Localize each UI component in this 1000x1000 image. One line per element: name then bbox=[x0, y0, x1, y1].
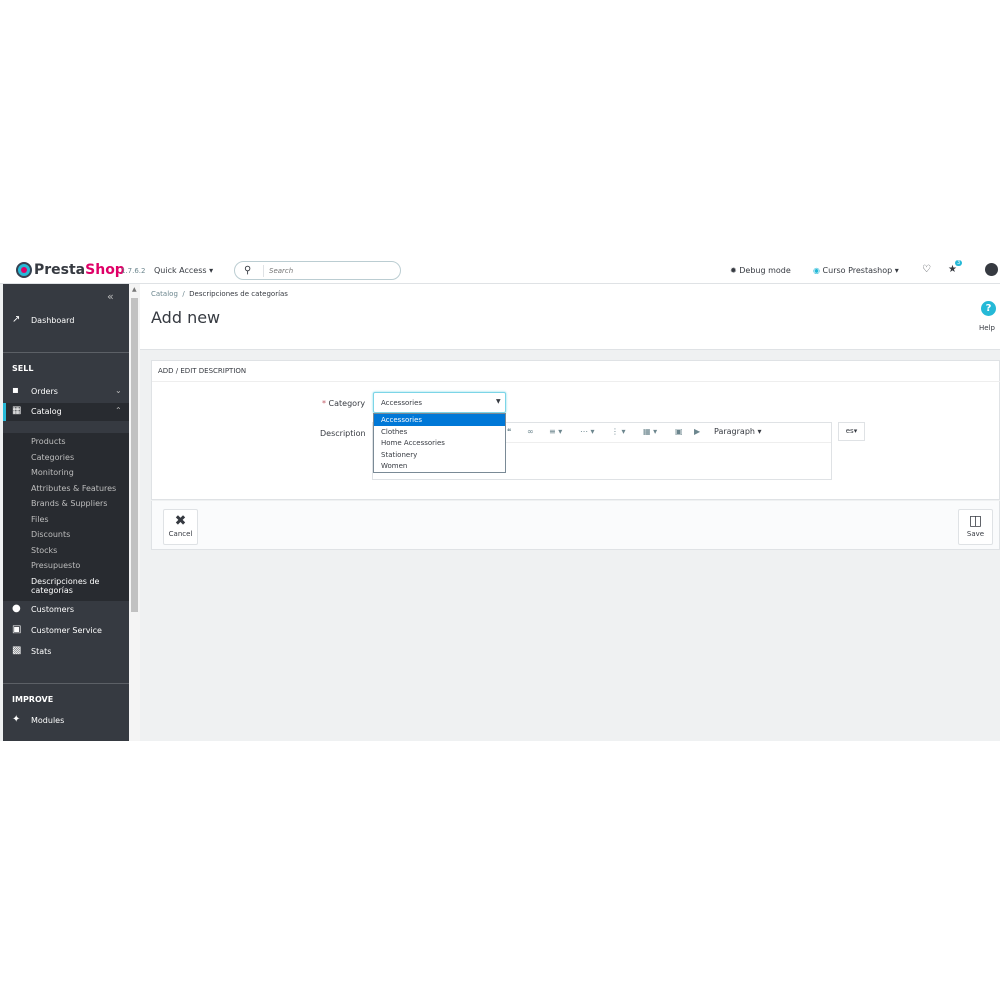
category-option[interactable]: Home Accessories bbox=[374, 437, 505, 449]
sidebar-item-customers[interactable]: ● Customers bbox=[3, 601, 129, 619]
section-improve: IMPROVE bbox=[12, 695, 54, 704]
chevron-up-icon: ⌃ bbox=[115, 406, 122, 415]
breadcrumb-catalog[interactable]: Catalog bbox=[151, 290, 178, 298]
breadcrumb-current: Descripciones de categorías bbox=[189, 290, 288, 298]
user-avatar-icon[interactable] bbox=[985, 263, 998, 276]
prestashop-logo-icon[interactable] bbox=[16, 262, 32, 278]
basket-icon: ▪ bbox=[12, 385, 19, 396]
panel-footer: ✖ Cancel ◫ Save bbox=[151, 501, 1000, 550]
submenu-products[interactable]: Products bbox=[31, 437, 66, 446]
media-icon[interactable]: ▶ bbox=[694, 427, 700, 436]
language-selector[interactable]: es▾ bbox=[838, 422, 865, 441]
account-circle-icon: ● bbox=[12, 603, 21, 614]
category-label: * Category bbox=[322, 399, 366, 408]
search-box[interactable]: ⚲ bbox=[234, 261, 401, 280]
link-icon[interactable]: ∞ bbox=[527, 427, 534, 436]
scrollbar-thumb[interactable] bbox=[131, 298, 138, 612]
eye-icon: ◉ bbox=[813, 266, 820, 275]
collapse-sidebar-icon[interactable]: « bbox=[107, 290, 114, 303]
notification-badge: 3 bbox=[955, 260, 963, 266]
store-icon: ▦ bbox=[12, 405, 22, 416]
version-label: 1.7.6.2 bbox=[121, 267, 146, 275]
trending-up-icon: ↗ bbox=[12, 314, 21, 325]
view-shop-link[interactable]: ◉ Curso Prestashop ▾ bbox=[813, 266, 899, 275]
cancel-button[interactable]: ✖ Cancel bbox=[163, 509, 198, 545]
sidebar-item-stats[interactable]: ▩ Stats bbox=[3, 643, 129, 661]
table-icon[interactable]: ▦ ▾ bbox=[643, 427, 657, 436]
submenu-descripciones-categorias[interactable]: Descripciones de categorías bbox=[31, 577, 99, 595]
sidebar-item-catalog[interactable]: ▦ Catalog ⌃ bbox=[3, 403, 129, 421]
section-sell: SELL bbox=[12, 364, 34, 373]
category-option[interactable]: Accessories bbox=[374, 414, 505, 426]
submenu-attributes-features[interactable]: Attributes & Features bbox=[31, 484, 116, 493]
debug-mode-indicator[interactable]: ✹ Debug mode bbox=[730, 266, 791, 275]
required-marker: * bbox=[322, 399, 326, 408]
floppy-disk-icon: ◫ bbox=[968, 513, 983, 529]
description-form-panel: ADD / EDIT DESCRIPTION * Category Access… bbox=[151, 360, 1000, 500]
category-dropdown-list: Accessories Clothes Home Accessories Sta… bbox=[373, 413, 506, 473]
page-title: Add new bbox=[151, 308, 221, 327]
caret-down-icon: ▼ bbox=[496, 398, 501, 405]
top-header: PrestaShop 1.7.6.2 Quick Access ▾ ⚲ ✹ De… bbox=[0, 258, 1000, 284]
sidebar-item-dashboard[interactable]: ↗ Dashboard bbox=[3, 312, 129, 330]
save-button[interactable]: ◫ Save bbox=[958, 509, 993, 545]
quick-access-dropdown[interactable]: Quick Access ▾ bbox=[154, 266, 213, 275]
catalog-submenu: Products Categories Monitoring Attribute… bbox=[3, 433, 129, 601]
bell-icon[interactable]: ♡ bbox=[922, 264, 931, 275]
app-window: PrestaShop 1.7.6.2 Quick Access ▾ ⚲ ✹ De… bbox=[0, 258, 1000, 741]
sidebar-scrollbar[interactable]: ▲ bbox=[129, 284, 140, 741]
sidebar-item-orders[interactable]: ▪ Orders ⌄ bbox=[3, 383, 129, 401]
submenu-files[interactable]: Files bbox=[31, 515, 49, 524]
category-selected-value: Accessories bbox=[381, 399, 423, 407]
numbered-list-icon[interactable]: ⋮ ▾ bbox=[611, 427, 626, 436]
help-icon[interactable]: ? bbox=[981, 301, 996, 316]
submenu-stocks[interactable]: Stocks bbox=[31, 546, 57, 555]
brand-logo[interactable]: PrestaShop bbox=[34, 262, 125, 278]
close-icon: ✖ bbox=[174, 513, 187, 529]
search-icon[interactable]: ⚲ bbox=[244, 265, 251, 276]
submenu-discounts[interactable]: Discounts bbox=[31, 530, 70, 539]
blockquote-icon[interactable]: ❝ bbox=[507, 427, 511, 436]
chat-icon: ▣ bbox=[12, 624, 22, 635]
search-input[interactable] bbox=[263, 265, 393, 277]
sidebar-divider bbox=[3, 683, 129, 684]
puzzle-icon: ✦ bbox=[12, 714, 21, 725]
sidebar-divider bbox=[3, 352, 129, 353]
category-option[interactable]: Women bbox=[374, 460, 505, 472]
category-select[interactable]: Accessories ▼ bbox=[373, 392, 506, 413]
submenu-monitoring[interactable]: Monitoring bbox=[31, 468, 74, 477]
panel-heading: ADD / EDIT DESCRIPTION bbox=[152, 361, 1000, 382]
panel-title: ADD / EDIT DESCRIPTION bbox=[158, 367, 247, 375]
help-label[interactable]: Help bbox=[979, 324, 995, 332]
chevron-down-icon: ⌄ bbox=[115, 386, 122, 395]
bar-chart-icon: ▩ bbox=[12, 645, 22, 656]
bug-icon: ✹ bbox=[730, 266, 737, 275]
bullet-list-icon[interactable]: ⋯ ▾ bbox=[580, 427, 595, 436]
image-icon[interactable]: ▣ bbox=[675, 427, 683, 436]
description-label: Description bbox=[320, 429, 366, 438]
sidebar-item-customer-service[interactable]: ▣ Customer Service bbox=[3, 622, 129, 640]
sidebar: « ↗ Dashboard SELL ▪ Orders ⌄ ▦ Catalog … bbox=[3, 284, 129, 741]
scroll-up-icon[interactable]: ▲ bbox=[132, 286, 137, 293]
align-left-icon[interactable]: ≡ ▾ bbox=[549, 427, 562, 436]
submenu-brands-suppliers[interactable]: Brands & Suppliers bbox=[31, 499, 107, 508]
sidebar-item-modules[interactable]: ✦ Modules bbox=[3, 712, 129, 730]
page-header: Catalog / Descripciones de categorías Ad… bbox=[140, 284, 1000, 350]
breadcrumb: Catalog / Descripciones de categorías bbox=[151, 290, 288, 298]
paragraph-format-dropdown[interactable]: Paragraph ▾ bbox=[714, 427, 762, 436]
submenu-presupuesto[interactable]: Presupuesto bbox=[31, 561, 80, 570]
submenu-categories[interactable]: Categories bbox=[31, 453, 74, 462]
trophy-icon[interactable]: ★ 3 bbox=[948, 260, 963, 275]
